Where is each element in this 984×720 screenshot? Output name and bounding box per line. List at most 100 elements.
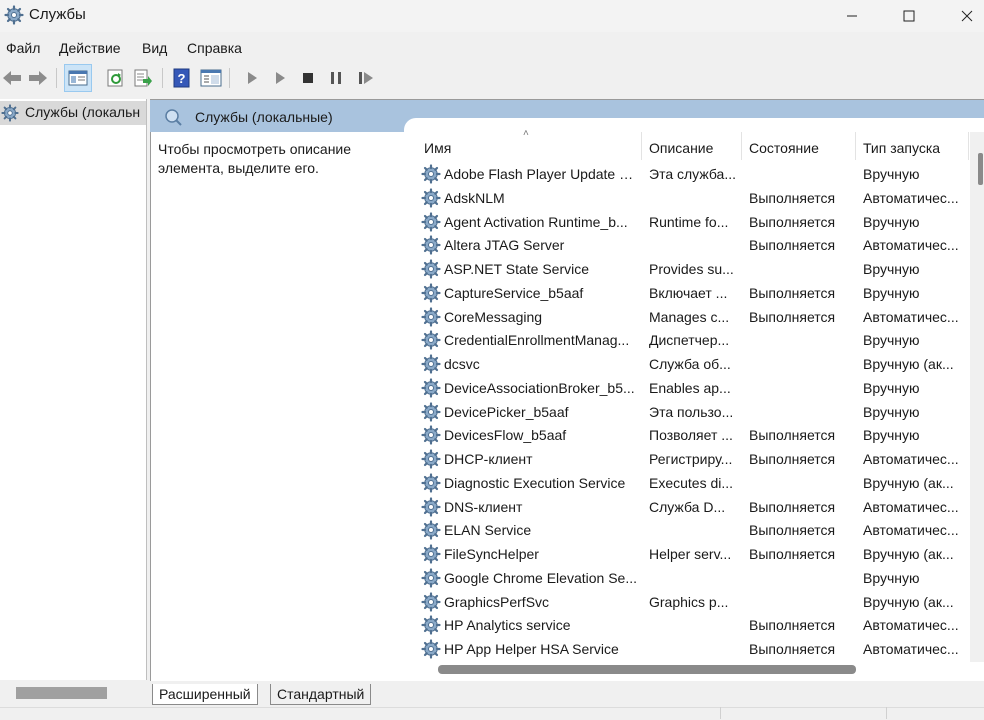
svg-text:?: ? xyxy=(178,71,186,86)
gear-icon xyxy=(421,235,441,255)
column-separator[interactable] xyxy=(641,132,642,160)
service-startup-type: Автоматичес... xyxy=(863,308,959,325)
service-state: Выполняется xyxy=(749,427,836,444)
gear-icon xyxy=(421,449,441,469)
table-row[interactable]: DHCP-клиент Регистриру... Выполняется Автом… xyxy=(418,448,970,472)
service-description: Диспетчер... xyxy=(649,332,730,349)
service-name: CredentialEnrollmentManag... xyxy=(444,332,630,349)
column-header-description[interactable]: Описание xyxy=(649,140,713,160)
table-row[interactable]: CredentialEnrollmentManag... Диспетчер...… xyxy=(418,329,970,353)
table-row[interactable]: DeviceAssociationBroker_b5... Enables ap.… xyxy=(418,377,970,401)
pause-service-button[interactable] xyxy=(324,66,348,90)
menu-action[interactable]: Действие xyxy=(59,40,121,56)
tree-item-services-local[interactable]: Службы (локальн xyxy=(0,101,146,125)
stop-service-button[interactable] xyxy=(296,66,320,90)
sort-ascending-icon: ˄ xyxy=(523,128,529,139)
panel-title: Службы (локальные) xyxy=(195,109,333,125)
table-row[interactable]: HP App Helper HSA Service Выполняется Авто… xyxy=(418,638,970,662)
properties-button[interactable] xyxy=(199,66,223,90)
table-row[interactable]: AdskNLM Выполняется Автоматичес... xyxy=(418,187,970,211)
table-row[interactable]: CaptureService_b5aaf Включает ... Выполняе… xyxy=(418,282,970,306)
service-description: Служба об... xyxy=(649,356,731,372)
service-startup-type: Вручную xyxy=(863,379,920,396)
tab-extended[interactable]: Расширенный xyxy=(152,684,258,705)
service-name: GraphicsPerfSvc xyxy=(444,593,550,610)
menu-help[interactable]: Справка xyxy=(187,40,242,56)
service-startup-type: Вручную (ак... xyxy=(863,593,954,610)
table-row[interactable]: Google Chrome Elevation Se... Вручную xyxy=(418,567,970,591)
scrollbar-thumb[interactable] xyxy=(978,153,983,185)
minimize-button[interactable] xyxy=(829,0,875,32)
start-service-button[interactable] xyxy=(240,66,264,90)
stop-icon xyxy=(303,73,313,83)
vertical-scrollbar[interactable] xyxy=(970,132,984,662)
minimize-icon xyxy=(847,15,857,17)
service-startup-type: Вручную xyxy=(863,569,920,586)
table-row[interactable]: Altera JTAG Server Выполняется Автоматичес… xyxy=(418,234,970,258)
service-startup-type: Вручную xyxy=(863,261,920,277)
service-name: CaptureService_b5aaf xyxy=(444,284,584,301)
forward-button[interactable] xyxy=(26,66,50,90)
table-row[interactable]: DevicePicker_b5aaf Эта пользо... Вручную xyxy=(418,401,970,425)
menu-view[interactable]: Вид xyxy=(142,40,167,56)
column-separator[interactable] xyxy=(968,132,969,160)
gear-icon xyxy=(421,188,441,208)
tab-standard[interactable]: Стандартный xyxy=(270,684,372,705)
service-startup-type: Автоматичес... xyxy=(863,237,959,254)
properties-icon xyxy=(200,69,222,87)
table-row[interactable]: GraphicsPerfSvc Graphics p... Вручную (ак.… xyxy=(418,591,970,615)
table-row[interactable]: HP Analytics service Выполняется Автоматич… xyxy=(418,614,970,638)
service-name: DHCP-клиент xyxy=(444,451,533,467)
menu-file[interactable]: Файл xyxy=(6,40,40,56)
service-startup-type: Автоматичес... xyxy=(863,451,959,467)
refresh-button[interactable] xyxy=(104,66,128,90)
service-name: Altera JTAG Server xyxy=(444,237,565,254)
column-header-startup-type[interactable]: Тип запуска xyxy=(863,140,940,160)
status-separator xyxy=(720,707,721,719)
table-row[interactable]: CoreMessaging Manages c... Выполняется Авто… xyxy=(418,306,970,330)
start-service-alt-button[interactable] xyxy=(268,66,292,90)
service-state: Выполняется xyxy=(749,284,836,301)
scrollbar-thumb[interactable] xyxy=(16,687,107,699)
tree-horizontal-scrollbar[interactable] xyxy=(0,682,146,706)
service-name: Adobe Flash Player Update S... xyxy=(444,166,638,182)
table-row[interactable]: FileSyncHelper Helper serv... Выполняется В… xyxy=(418,543,970,567)
maximize-button[interactable] xyxy=(886,0,932,32)
table-row[interactable]: dcsvc Служба об... Вручную (ак... xyxy=(418,353,970,377)
service-name: ASP.NET State Service xyxy=(444,261,589,277)
table-row[interactable]: ASP.NET State Service Provides su... Вручн… xyxy=(418,258,970,282)
table-row[interactable]: Diagnostic Execution Service Executes di.… xyxy=(418,472,970,496)
service-description: Позволяет ... xyxy=(649,427,733,444)
service-startup-type: Вручную (ак... xyxy=(863,474,954,491)
back-button[interactable] xyxy=(0,66,24,90)
table-row[interactable]: DNS-клиент Служба D... Выполняется Автомати… xyxy=(418,496,970,520)
panel-header-curve xyxy=(404,118,984,132)
table-row[interactable]: Agent Activation Runtime_b... Runtime fo.… xyxy=(418,211,970,235)
export-list-button[interactable] xyxy=(131,66,155,90)
table-row[interactable]: Adobe Flash Player Update S... Эта служба… xyxy=(418,163,970,187)
service-description: Включает ... xyxy=(649,284,728,301)
column-separator[interactable] xyxy=(741,132,742,160)
show-tree-button[interactable] xyxy=(64,64,92,92)
service-state: Выполняется xyxy=(749,522,836,539)
service-state: Выполняется xyxy=(749,189,836,206)
column-separator[interactable] xyxy=(855,132,856,160)
column-header-state[interactable]: Состояние xyxy=(749,140,819,160)
column-header-name[interactable]: Имя xyxy=(424,140,451,160)
service-name: dcsvc xyxy=(444,356,480,372)
service-name: AdskNLM xyxy=(444,189,505,206)
horizontal-scrollbar[interactable] xyxy=(418,662,984,676)
service-description: Runtime fo... xyxy=(649,213,729,230)
service-state: Выполняется xyxy=(749,308,836,325)
service-state: Выполняется xyxy=(749,641,836,657)
service-startup-type: Вручную xyxy=(863,166,920,182)
services-list: Adobe Flash Player Update S... Эта служба… xyxy=(418,163,970,662)
scrollbar-thumb[interactable] xyxy=(438,665,856,674)
restart-service-button[interactable] xyxy=(354,66,378,90)
table-row[interactable]: ELAN Service Выполняется Автоматичес... xyxy=(418,519,970,543)
table-row[interactable]: DevicesFlow_b5aaf Позволяет ... Выполняетс… xyxy=(418,424,970,448)
help-button[interactable]: ? xyxy=(170,66,194,90)
back-arrow-icon xyxy=(3,71,21,85)
service-description: Эта служба... xyxy=(649,166,736,182)
close-button[interactable] xyxy=(944,0,984,32)
